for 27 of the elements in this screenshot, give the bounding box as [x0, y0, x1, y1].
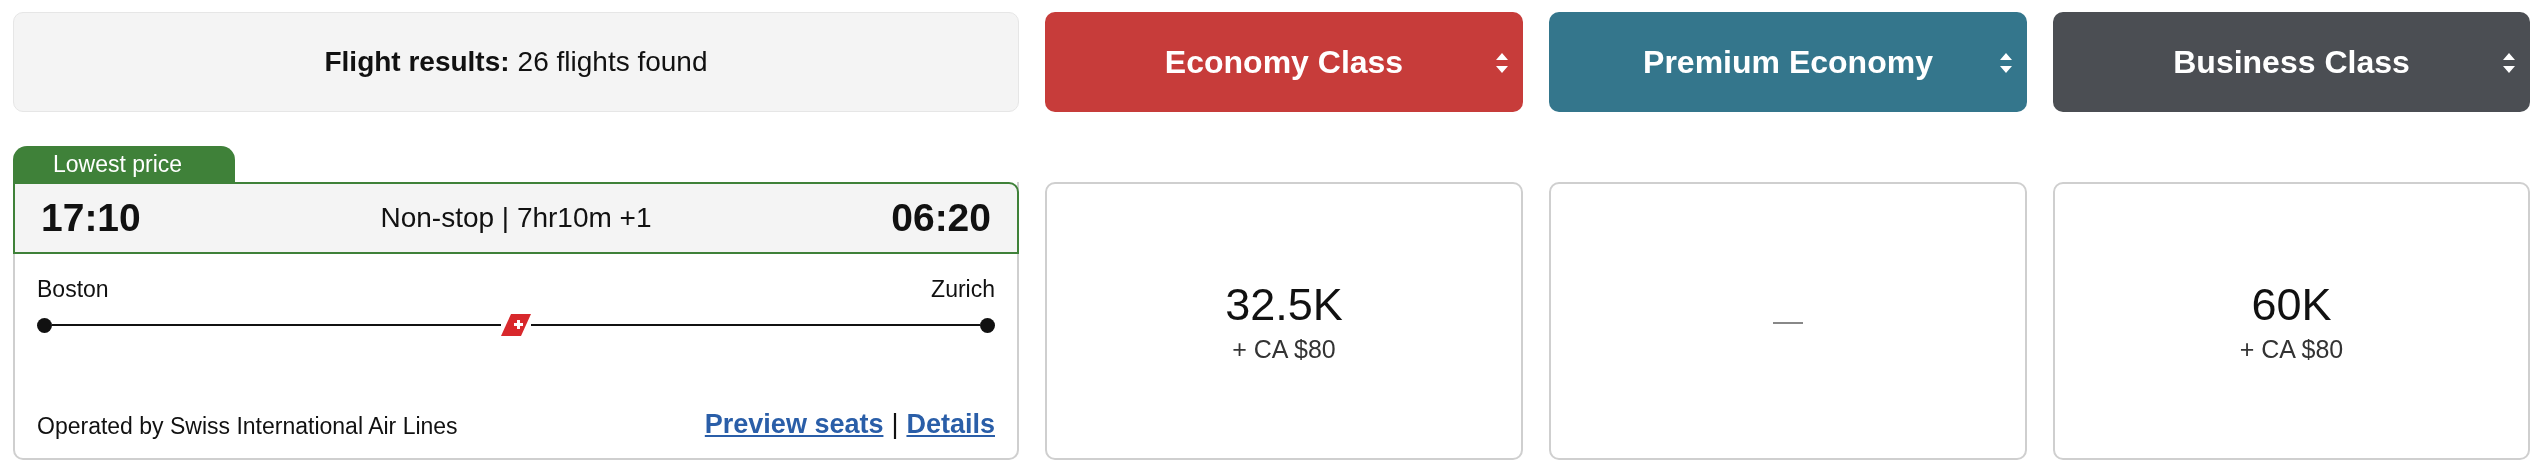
price-amount: 32.5K — [1225, 278, 1343, 331]
summary-label: Flight results: — [324, 46, 510, 78]
operator-text: Operated by Swiss International Air Lines — [37, 413, 458, 440]
flight-link[interactable]: Preview seats — [704, 409, 884, 440]
price-fees: + CA $80 — [2239, 334, 2344, 364]
fare-class-button[interactable]: Economy Class — [1045, 12, 1523, 112]
price-fees: + CA $80 — [1232, 334, 1336, 364]
lowest-price-badge: Lowest price — [13, 146, 235, 182]
fare-class-button[interactable]: Premium Economy — [1549, 12, 2027, 112]
price-card[interactable]: 32.5K + CA $80 — [1045, 182, 1523, 460]
destination-city: Zurich — [931, 276, 995, 303]
link-separator: | — [891, 409, 899, 440]
price-card[interactable]: — — [1549, 182, 2027, 460]
price-card[interactable]: 60K + CA $80 — [2053, 182, 2530, 460]
sort-icon — [1495, 52, 1509, 74]
flight-link[interactable]: Details — [906, 409, 995, 440]
departure-time: 17:10 — [41, 196, 141, 240]
summary-count: 26 flights found — [517, 46, 708, 78]
stops-duration: Non-stop | 7hr10m +1 — [380, 202, 652, 234]
price-amount: 60K — [2251, 278, 2332, 331]
sort-icon — [2502, 52, 2516, 74]
airline-tail-icon — [501, 314, 531, 336]
arrival-time: 06:20 — [891, 196, 991, 240]
fare-class-button[interactable]: Business Class — [2053, 12, 2530, 112]
price-amount: — — [1773, 304, 1803, 338]
sort-icon — [1999, 52, 2013, 74]
origin-city: Boston — [37, 276, 109, 303]
